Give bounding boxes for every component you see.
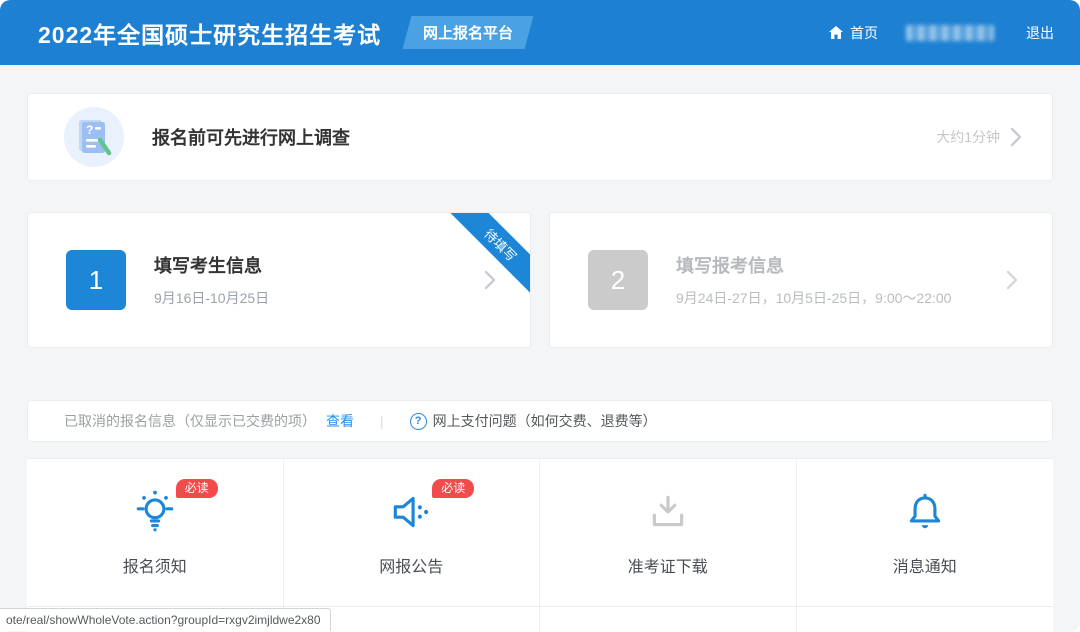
step-title: 填写报考信息	[676, 256, 784, 276]
step-card-application-info[interactable]: 2 填写报考信息 9月24日-27日，10月5日-25日，9:00～22:00	[549, 212, 1053, 348]
chevron-right-icon	[1010, 127, 1022, 147]
lightbulb-icon	[136, 490, 174, 531]
icon-wrap	[902, 489, 948, 535]
page: 2022年全国硕士研究生招生考试 网上报名平台 首页 退出 ? 报名前可先进行网…	[0, 0, 1080, 632]
survey-duration-group: 大约1分钟	[936, 127, 1022, 147]
payment-help-label: 网上支付问题（如何交费、退费等）	[432, 413, 657, 429]
icon-wrap: 必读	[132, 478, 218, 535]
survey-title: 报名前可先进行网上调查	[152, 128, 350, 148]
step-number: 2	[588, 250, 648, 310]
home-icon	[829, 26, 843, 39]
survey-banner[interactable]: ? 报名前可先进行网上调查 大约1分钟	[27, 93, 1053, 181]
grid-stub-cell	[796, 606, 1053, 632]
chevron-right-icon	[1006, 270, 1018, 290]
must-read-badge: 必读	[175, 478, 218, 498]
view-link[interactable]: 查看	[326, 411, 354, 431]
shortcut-label: 网报公告	[379, 558, 444, 576]
page-title: 2022年全国硕士研究生招生考试	[38, 21, 382, 48]
icon-wrap: 必读	[388, 478, 475, 535]
step-title: 填写考生信息	[154, 256, 262, 276]
shortcut-admission-ticket-download[interactable]: 准考证下载	[540, 459, 797, 606]
steps-row: 1 填写考生信息 9月16日-10月25日 待填写 2 填写报考信息 9月24日…	[27, 212, 1053, 348]
step-number: 1	[66, 250, 126, 310]
step-dates: 9月16日-10月25日	[154, 290, 270, 306]
shortcut-online-announcements[interactable]: 必读 网报公告	[283, 459, 540, 606]
nav-home[interactable]: 首页	[828, 23, 878, 43]
shortcut-label: 消息通知	[892, 558, 957, 576]
header: 2022年全国硕士研究生招生考试 网上报名平台 首页 退出	[0, 0, 1080, 65]
survey-duration: 大约1分钟	[936, 129, 1000, 145]
speaker-icon	[394, 496, 429, 527]
cancelled-info-label: 已取消的报名信息（仅显示已交费的项）	[64, 413, 316, 429]
svg-text:?: ?	[86, 123, 93, 137]
platform-badge: 网上报名平台	[402, 16, 534, 49]
step-texts: 填写报考信息 9月24日-27日，10月5日-25日，9:00～22:00	[676, 252, 951, 308]
must-read-badge: 必读	[432, 478, 475, 498]
step-dates: 9月24日-27日，10月5日-25日，9:00～22:00	[676, 290, 952, 306]
icon-wrap	[645, 489, 691, 535]
step-texts: 填写考生信息 9月16日-10月25日	[154, 252, 269, 308]
shortcut-label: 准考证下载	[627, 558, 708, 576]
logout-link[interactable]: 退出	[1026, 23, 1054, 43]
question-circle-icon: ?	[409, 412, 427, 430]
nav-home-label: 首页	[850, 24, 878, 41]
shortcut-label: 报名须知	[122, 558, 187, 576]
shortcut-message-notifications[interactable]: 消息通知	[796, 459, 1053, 606]
step-card-candidate-info[interactable]: 1 填写考生信息 9月16日-10月25日 待填写	[27, 212, 531, 348]
top-nav: 首页 退出	[828, 23, 1054, 43]
status-url-tooltip: ote/real/showWholeVote.action?groupId=rx…	[0, 608, 331, 631]
username-redacted	[906, 24, 994, 41]
grid-stub-cell	[540, 606, 797, 632]
info-strip: 已取消的报名信息（仅显示已交费的项） 查看 | ? 网上支付问题（如何交费、退费…	[27, 400, 1053, 442]
divider: |	[380, 413, 384, 429]
survey-doc-icon: ?	[64, 107, 124, 167]
payment-help-link[interactable]: ? 网上支付问题（如何交费、退费等）	[409, 411, 657, 431]
chevron-right-icon	[484, 270, 496, 290]
shortcut-grid: 必读 报名须知 必读 网报公告 准考证下载 消息通知	[27, 458, 1053, 632]
download-icon	[652, 495, 683, 526]
bell-icon	[909, 493, 940, 528]
shortcut-registration-notice[interactable]: 必读 报名须知	[27, 459, 284, 606]
